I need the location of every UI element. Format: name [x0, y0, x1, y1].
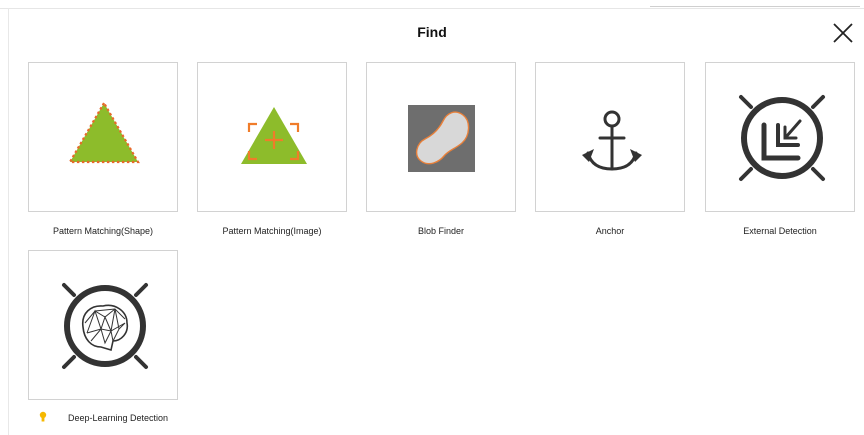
background-text: ▔▔▔▔	[302, 0, 344, 7]
triangle-crosshair-icon	[241, 107, 307, 164]
dialog-title: Find	[417, 24, 447, 40]
tool-external-detection[interactable]	[705, 62, 855, 212]
tool-deep-learning-detection[interactable]	[28, 250, 178, 400]
close-icon	[833, 23, 853, 43]
tool-label-blob-finder: Blob Finder	[417, 226, 465, 236]
tool-pattern-matching-shape[interactable]	[28, 62, 178, 212]
tool-label-pattern-matching-image: Pattern Matching(Image)	[222, 226, 322, 236]
external-detection-icon	[739, 95, 825, 181]
tool-pattern-matching-image[interactable]	[197, 62, 347, 212]
tool-label-deep-learning-detection: Deep-Learning Detection	[67, 413, 169, 423]
tool-blob-finder[interactable]	[366, 62, 516, 212]
blob-icon	[408, 105, 475, 172]
background-line	[650, 6, 860, 7]
brain-detection-icon	[62, 283, 148, 369]
tool-label-external-detection: External Detection	[743, 226, 817, 236]
close-button[interactable]	[830, 20, 856, 46]
background-window-strip: ▔▔▔▔	[0, 0, 864, 9]
dialog-left-edge	[8, 8, 9, 435]
tool-label-pattern-matching-shape: Pattern Matching(Shape)	[52, 226, 154, 236]
tool-anchor[interactable]	[535, 62, 685, 212]
triangle-outline-icon	[68, 100, 140, 164]
tool-label-anchor: Anchor	[595, 226, 625, 236]
anchor-icon	[582, 110, 642, 171]
